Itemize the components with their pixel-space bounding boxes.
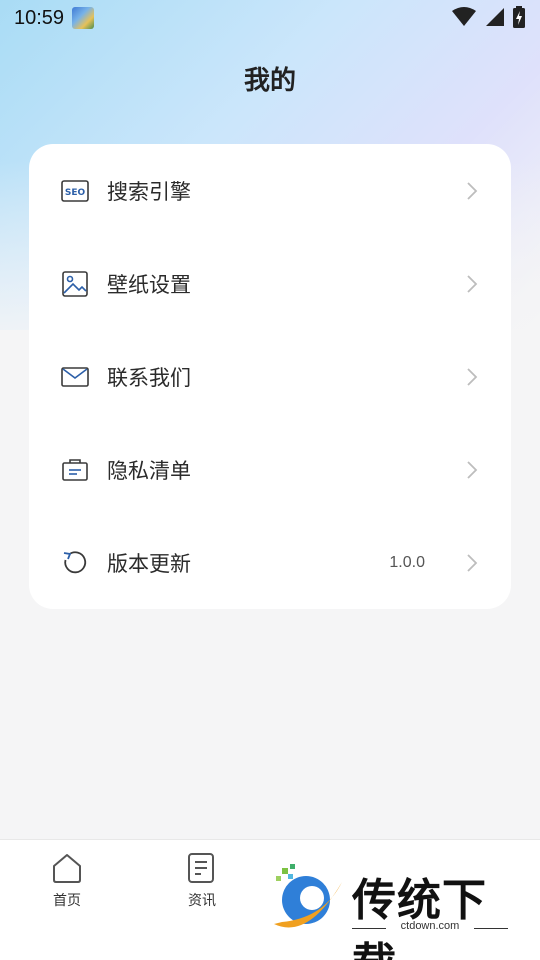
status-indicators [452, 6, 526, 28]
menu-item-label: 版本更新 [107, 551, 191, 576]
menu-item-version-update[interactable]: 版本更新 1.0.0 [29, 516, 511, 609]
watermark-logo [274, 864, 342, 928]
wifi-icon [452, 7, 476, 26]
tab-label: 首页 [53, 893, 81, 909]
chevron-right-icon [467, 274, 478, 293]
chevron-right-icon [467, 367, 478, 386]
status-time: 10:59 [14, 6, 65, 29]
menu-item-label: 联系我们 [107, 365, 191, 390]
privacy-list-icon [61, 456, 89, 484]
signal-icon [486, 8, 504, 26]
tab-news[interactable]: 资讯 [162, 852, 242, 910]
notification-app-icon [72, 7, 95, 29]
seo-icon: SEO [61, 177, 89, 205]
tab-label: 资讯 [188, 893, 216, 909]
settings-menu: SEO 搜索引擎 壁纸设置 联系我们 隐私清单 版本更新 1.0.0 [29, 144, 511, 609]
watermark-url: ctdown.com [400, 920, 460, 932]
menu-item-privacy-list[interactable]: 隐私清单 [29, 423, 511, 516]
news-icon [188, 853, 214, 883]
chevron-right-icon [467, 553, 478, 572]
chevron-right-icon [467, 181, 478, 200]
image-icon [61, 270, 89, 298]
page-title: 我的 [243, 66, 296, 96]
chevron-right-icon [467, 460, 478, 479]
battery-icon [513, 6, 525, 28]
watermark: 传统下载 ctdown.com [268, 862, 528, 960]
menu-item-label: 隐私清单 [107, 458, 191, 483]
menu-item-contact-us[interactable]: 联系我们 [29, 330, 511, 423]
refresh-icon [61, 549, 89, 577]
menu-item-label: 搜索引擎 [107, 179, 191, 204]
status-bar: 10:59 [0, 0, 540, 36]
menu-item-search-engine[interactable]: SEO 搜索引擎 [29, 144, 511, 237]
mail-icon [61, 363, 89, 391]
menu-item-label: 壁纸设置 [107, 272, 191, 297]
svg-text:SEO: SEO [65, 188, 86, 198]
tab-home[interactable]: 首页 [27, 852, 107, 910]
watermark-title: 传统下载 [352, 875, 487, 960]
menu-item-wallpaper[interactable]: 壁纸设置 [29, 237, 511, 330]
watermark-divider [474, 928, 508, 929]
home-icon [53, 854, 81, 883]
version-number: 1.0.0 [389, 553, 425, 571]
